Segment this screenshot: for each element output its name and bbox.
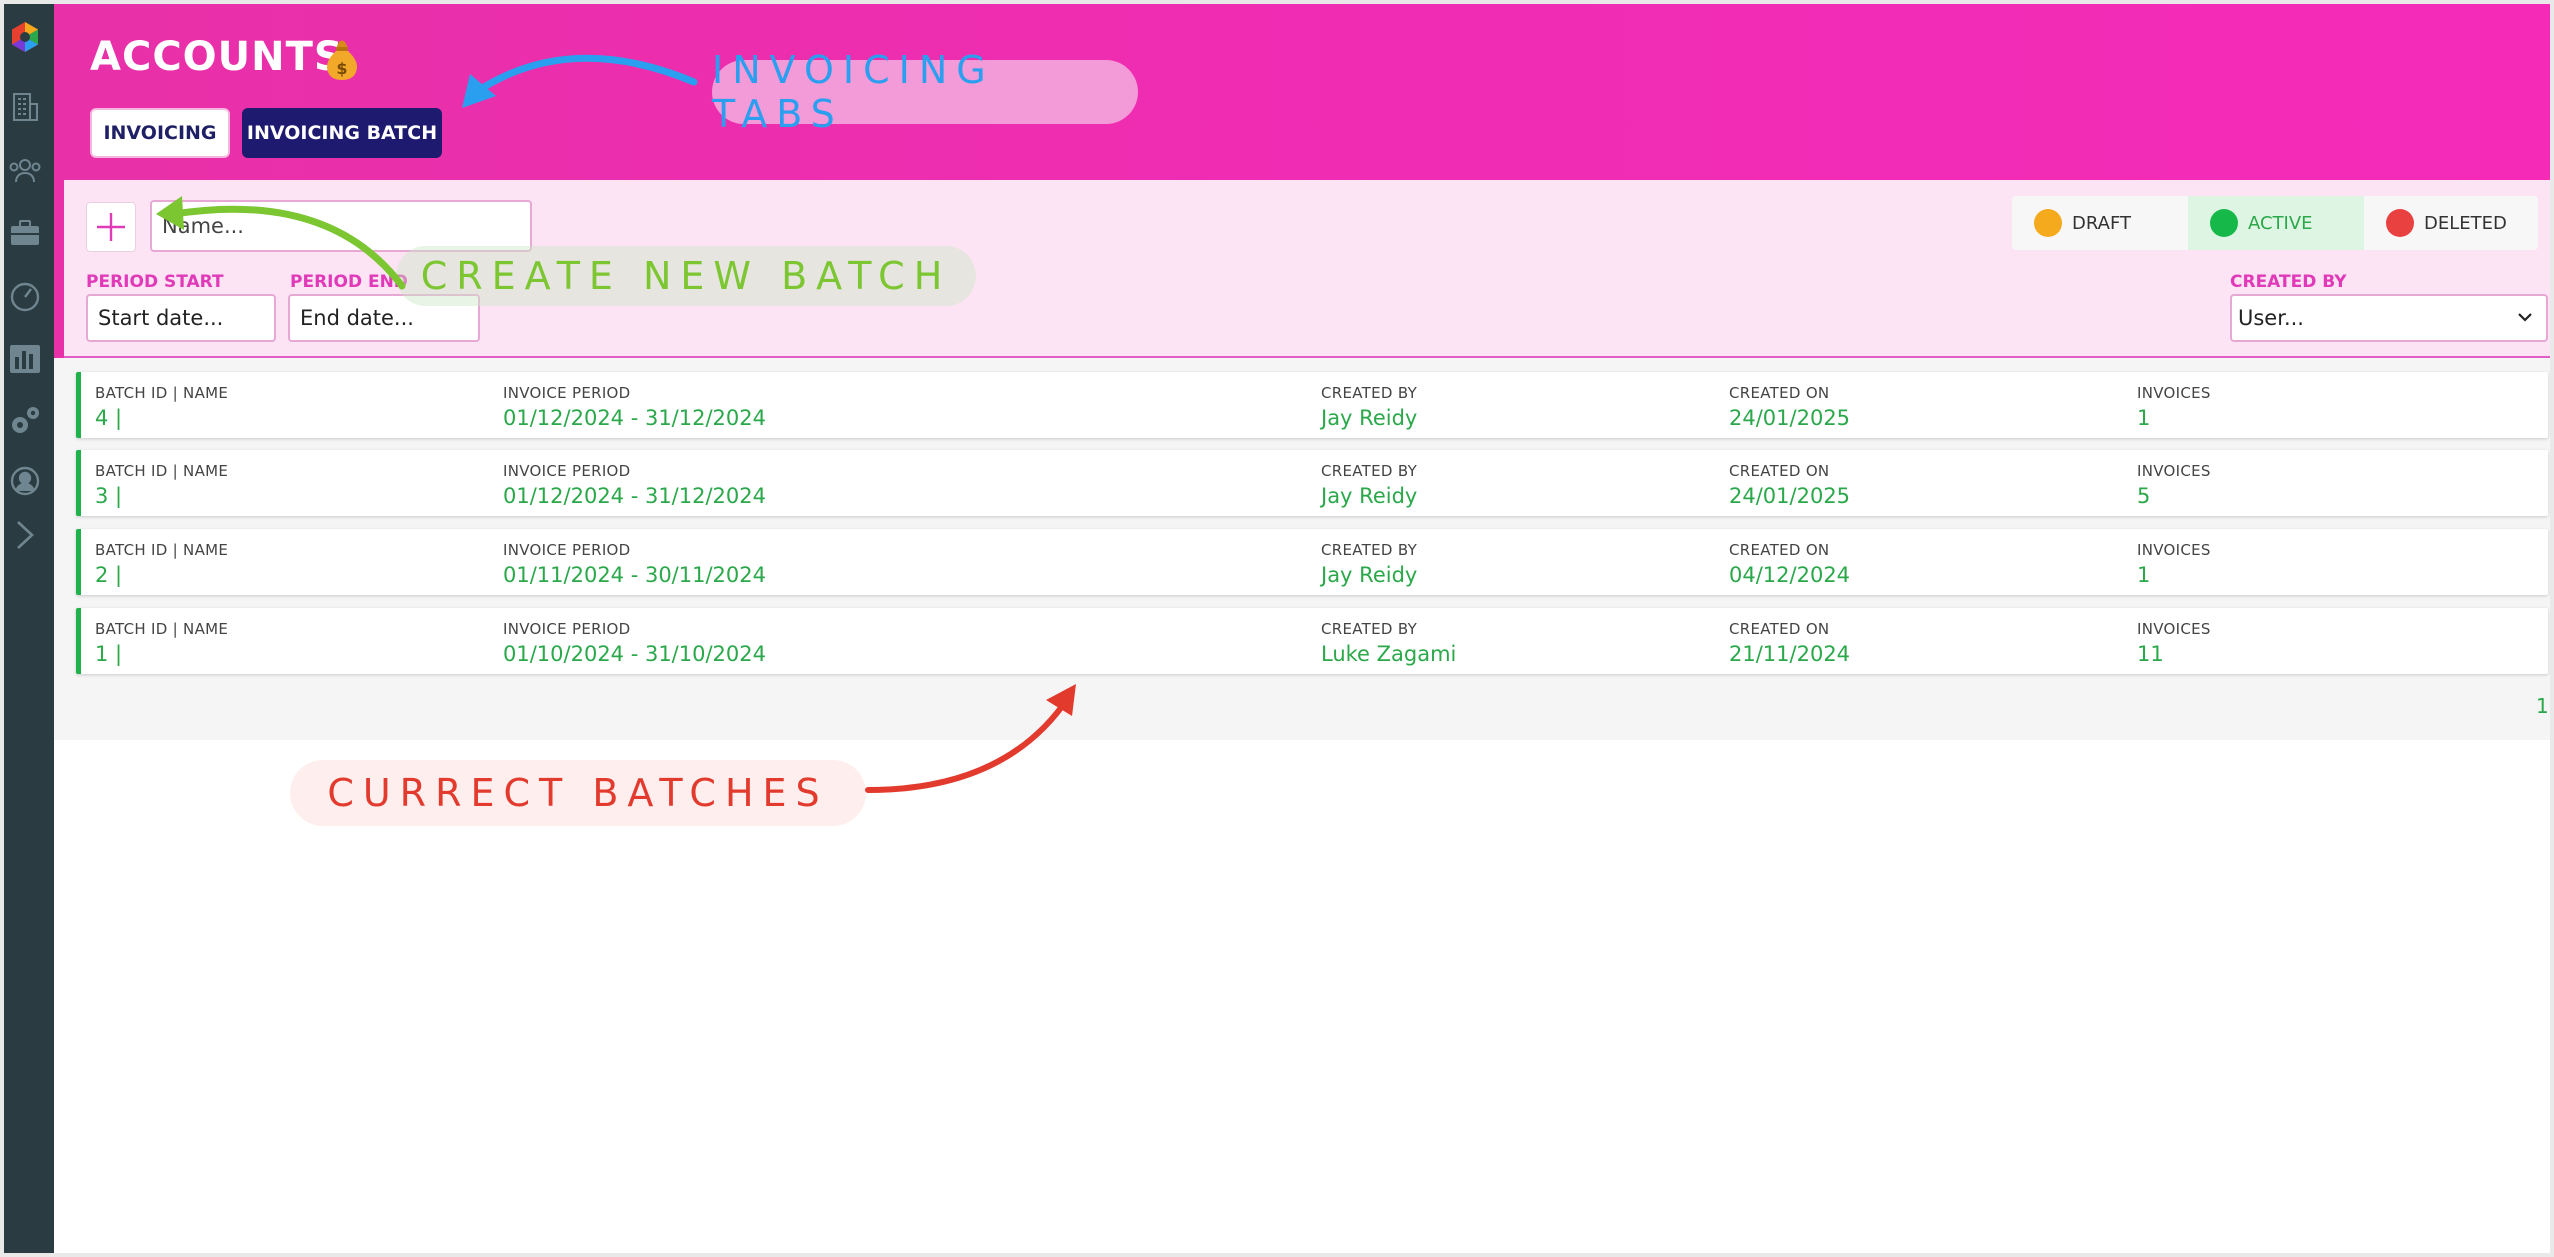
create-batch-button[interactable] — [86, 202, 136, 252]
created-by-cell: CREATED BY Jay Reidy — [1321, 384, 1418, 430]
batch-row[interactable]: BATCH ID | NAME 3 | INVOICE PERIOD 01/12/2… — [76, 450, 2548, 516]
briefcase-icon[interactable] — [6, 214, 44, 252]
created-by-cell: CREATED BY Luke Zagami — [1321, 620, 1457, 666]
period-end-label: PERIOD END — [290, 272, 408, 292]
created-by-select[interactable]: User... — [2230, 294, 2548, 342]
sidebar — [4, 4, 54, 1253]
plus-icon — [97, 213, 125, 241]
legend-draft[interactable]: DRAFT — [2012, 196, 2188, 250]
users-group-icon[interactable] — [6, 152, 44, 190]
gears-icon[interactable] — [6, 402, 44, 440]
invoices-cell: INVOICES 1 — [2137, 384, 2211, 430]
invoices-cell: INVOICES 1 — [2137, 541, 2211, 587]
support-headset-icon[interactable] — [6, 462, 44, 500]
batch-row[interactable]: BATCH ID | NAME 4 | INVOICE PERIOD 01/12/2… — [76, 372, 2548, 438]
legend-active[interactable]: ACTIVE — [2188, 196, 2364, 250]
period-start-label: PERIOD START — [86, 272, 224, 292]
page-title: ACCOUNTS — [90, 34, 344, 80]
annotation-current-batches: CURRECT BATCHES — [290, 760, 866, 826]
building-icon[interactable] — [6, 88, 44, 126]
created-on-cell: CREATED ON 21/11/2024 — [1729, 620, 1851, 666]
invoice-period-cell: INVOICE PERIOD 01/12/2024 - 31/12/2024 — [503, 462, 767, 508]
batch-id-cell: BATCH ID | NAME 3 | — [95, 462, 229, 508]
period-start-input[interactable] — [86, 294, 276, 342]
annotation-create-new-batch: CREATE NEW BATCH — [396, 246, 976, 306]
invoice-period-cell: INVOICE PERIOD 01/12/2024 - 31/12/2024 — [503, 384, 767, 430]
active-status-dot — [2210, 209, 2238, 237]
money-bag-icon: $ — [322, 38, 362, 82]
batch-list: BATCH ID | NAME 4 | INVOICE PERIOD 01/12/2… — [54, 358, 2550, 740]
status-legend: DRAFT ACTIVE DELETED — [2012, 196, 2538, 250]
invoices-cell: INVOICES 11 — [2137, 620, 2211, 666]
batch-id-cell: BATCH ID | NAME 4 | — [95, 384, 229, 430]
batch-id-cell: BATCH ID | NAME 1 | — [95, 620, 229, 666]
created-by-cell: CREATED BY Jay Reidy — [1321, 541, 1418, 587]
created-by-label: CREATED BY — [2230, 272, 2347, 292]
chevron-down-icon — [2518, 313, 2532, 322]
pagination-page[interactable]: 1 — [2536, 694, 2549, 718]
batch-row[interactable]: BATCH ID | NAME 2 | INVOICE PERIOD 01/11/2… — [76, 529, 2548, 595]
bar-chart-icon[interactable] — [6, 340, 44, 378]
batch-name-input[interactable] — [150, 200, 532, 252]
app-logo-icon[interactable] — [6, 18, 44, 56]
created-on-cell: CREATED ON 04/12/2024 — [1729, 541, 1851, 587]
created-by-cell: CREATED BY Jay Reidy — [1321, 462, 1418, 508]
invoice-period-cell: INVOICE PERIOD 01/10/2024 - 31/10/2024 — [503, 620, 767, 666]
created-on-cell: CREATED ON 24/01/2025 — [1729, 462, 1851, 508]
invoices-cell: INVOICES 5 — [2137, 462, 2211, 508]
chevron-right-icon[interactable] — [6, 516, 44, 554]
batch-row[interactable]: BATCH ID | NAME 1 | INVOICE PERIOD 01/10/2… — [76, 608, 2548, 674]
created-on-cell: CREATED ON 24/01/2025 — [1729, 384, 1851, 430]
annotation-invoicing-tabs: INVOICING TABS — [712, 48, 1138, 136]
tab-invoicing[interactable]: INVOICING — [90, 108, 230, 158]
legend-deleted[interactable]: DELETED — [2364, 196, 2538, 250]
svg-text:$: $ — [336, 59, 347, 78]
deleted-status-dot — [2386, 209, 2414, 237]
gauge-icon[interactable] — [6, 278, 44, 316]
draft-status-dot — [2034, 209, 2062, 237]
page-header: ACCOUNTS $ INVOICING INVOICING BATCH — [54, 4, 2550, 180]
tab-invoicing-batch[interactable]: INVOICING BATCH — [242, 108, 442, 158]
batch-id-cell: BATCH ID | NAME 2 | — [95, 541, 229, 587]
invoice-period-cell: INVOICE PERIOD 01/11/2024 - 30/11/2024 — [503, 541, 767, 587]
